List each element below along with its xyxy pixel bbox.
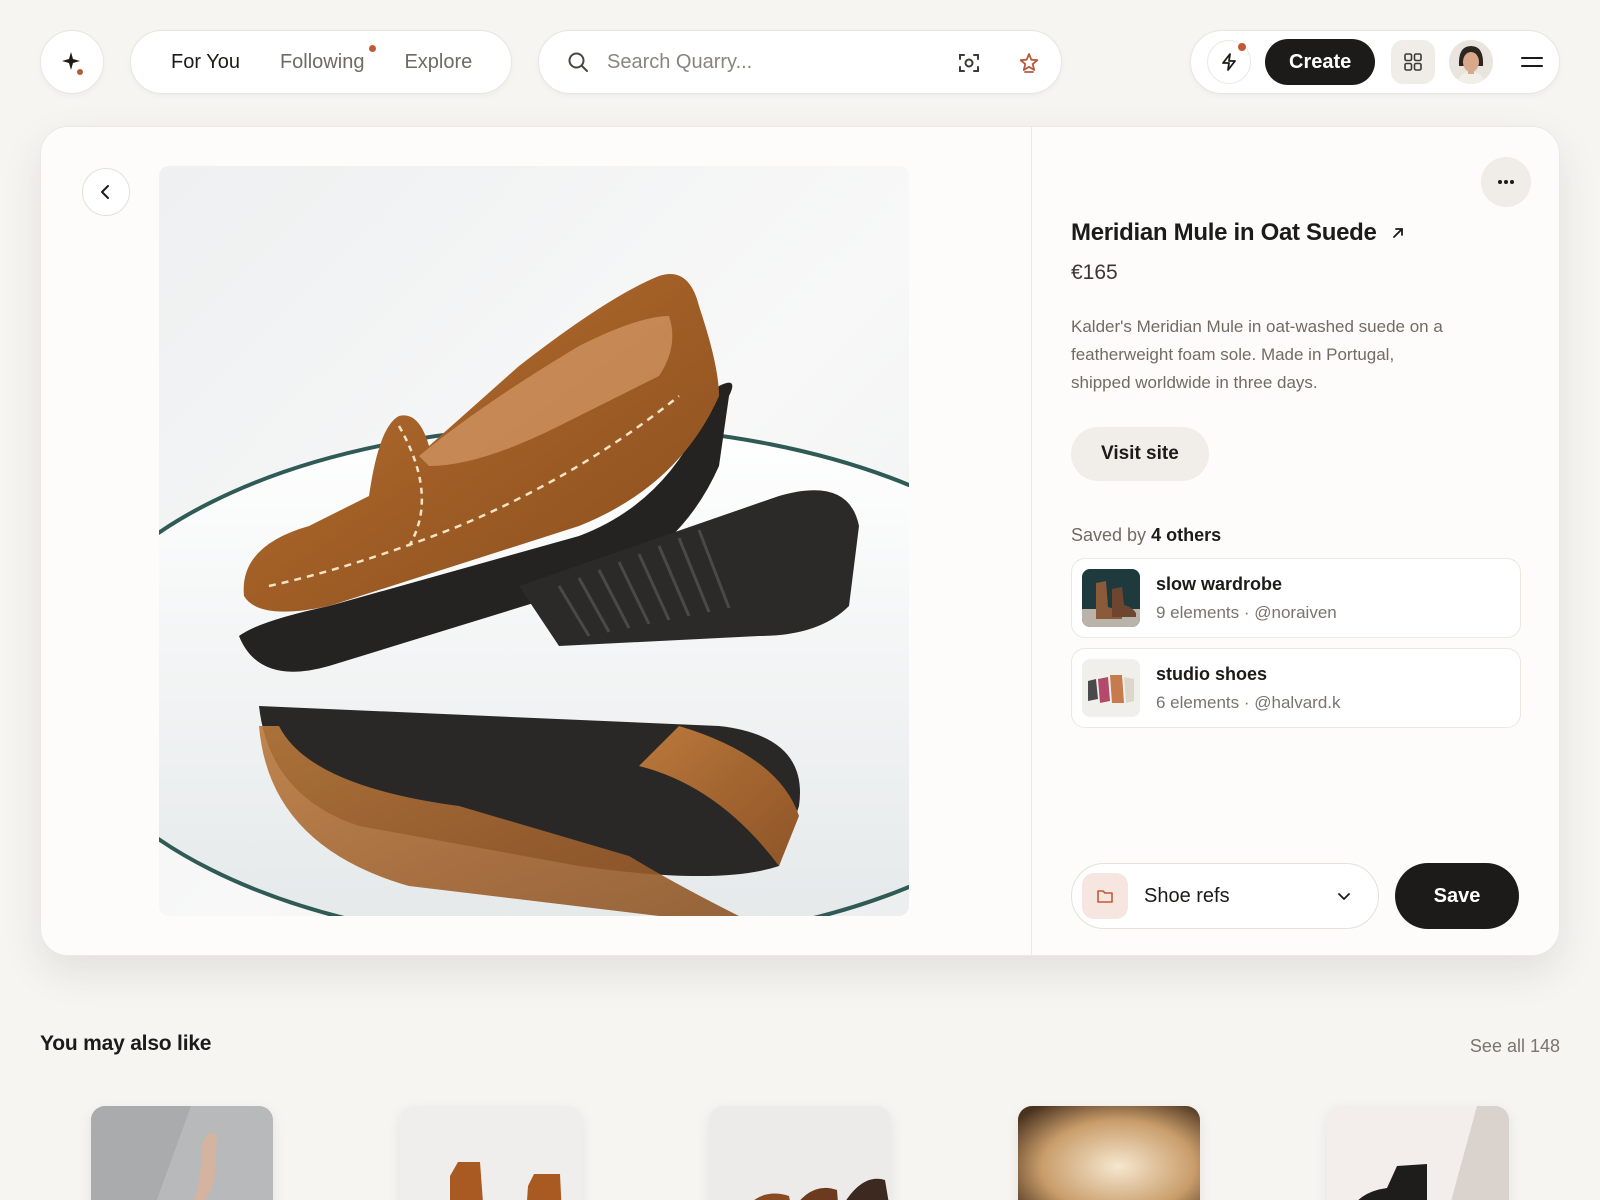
search-bar (538, 30, 1062, 94)
save-button[interactable]: Save (1395, 863, 1519, 929)
visit-site-button[interactable]: Visit site (1071, 427, 1209, 481)
board-name: studio shoes (1156, 663, 1268, 684)
menu-button[interactable] (1517, 47, 1547, 77)
saved-by-prefix: Saved by (1071, 525, 1147, 545)
product-info: Meridian Mule in Oat Suede €165 Kalder's… (1071, 219, 1521, 728)
product-detail-card: Meridian Mule in Oat Suede €165 Kalder's… (40, 126, 1560, 956)
recommendation-card[interactable] (709, 1106, 891, 1200)
avatar-photo (1449, 40, 1494, 84)
home-logo-button[interactable] (40, 30, 104, 94)
create-button[interactable]: Create (1265, 39, 1376, 85)
grid-icon (1404, 53, 1423, 71)
saved-by-count[interactable]: 4 others (1151, 525, 1221, 545)
avatar[interactable] (1449, 40, 1494, 84)
board-name: slow wardrobe (1156, 573, 1283, 594)
product-description: Kalder's Meridian Mule in oat-washed sue… (1071, 317, 1443, 392)
search-input[interactable] (607, 50, 937, 74)
tab-explore[interactable]: Explore (404, 51, 472, 74)
board-meta: 9 elements · @noraiven (1156, 602, 1337, 622)
panel-divider (1031, 127, 1032, 955)
recommendation-card[interactable] (1327, 1106, 1509, 1200)
activity-button[interactable] (1207, 40, 1251, 84)
menu-icon (1521, 57, 1544, 67)
more-options-button[interactable] (1481, 157, 1531, 207)
notification-dot (1238, 43, 1246, 51)
product-image[interactable] (159, 166, 909, 916)
tab-for-you[interactable]: For You (171, 51, 240, 74)
saved-by-label: Saved by 4 others (1071, 525, 1521, 546)
selected-board-label: Shoe refs (1144, 884, 1230, 907)
folder-icon-wrap (1082, 873, 1128, 919)
account-controls: Create (1190, 30, 1560, 94)
recommendation-card[interactable] (91, 1106, 273, 1200)
bolt-icon (1222, 53, 1236, 71)
see-all-link[interactable]: See all 148 (1470, 1036, 1560, 1057)
board-select-dropdown[interactable]: Shoe refs (1071, 863, 1379, 929)
tab-following[interactable]: Following (279, 44, 377, 74)
chevron-left-icon (101, 185, 109, 199)
logo-accent-dot (77, 69, 83, 75)
back-button[interactable] (82, 168, 130, 216)
board-thumbnail (1082, 659, 1140, 717)
recommendation-card[interactable] (1018, 1106, 1200, 1200)
product-price: €165 (1071, 261, 1118, 284)
product-title: Meridian Mule in Oat Suede (1071, 219, 1377, 246)
board-meta: 6 elements · @halvard.k (1156, 692, 1341, 712)
product-photo (159, 274, 909, 916)
more-icon (1498, 180, 1514, 184)
folder-icon (1097, 890, 1113, 903)
board-thumbnail (1082, 569, 1140, 627)
recommendations-title: You may also like (40, 1032, 212, 1055)
notification-dot (369, 44, 377, 52)
board-item[interactable]: slow wardrobe 9 elements · @noraiven (1071, 558, 1521, 638)
board-item[interactable]: studio shoes 6 elements · @halvard.k (1071, 648, 1521, 728)
apps-button[interactable] (1391, 40, 1436, 84)
search-icon (568, 52, 588, 72)
external-link-icon[interactable] (1391, 226, 1405, 240)
tab-following-label: Following (279, 50, 365, 73)
feed-tabs: For You Following Explore (130, 30, 512, 94)
recommendation-card[interactable] (400, 1106, 582, 1200)
visual-search-icon[interactable] (957, 51, 981, 75)
star-icon[interactable] (1017, 51, 1041, 75)
title-row: Meridian Mule in Oat Suede (1071, 219, 1521, 247)
chevron-down-icon (1338, 893, 1350, 900)
